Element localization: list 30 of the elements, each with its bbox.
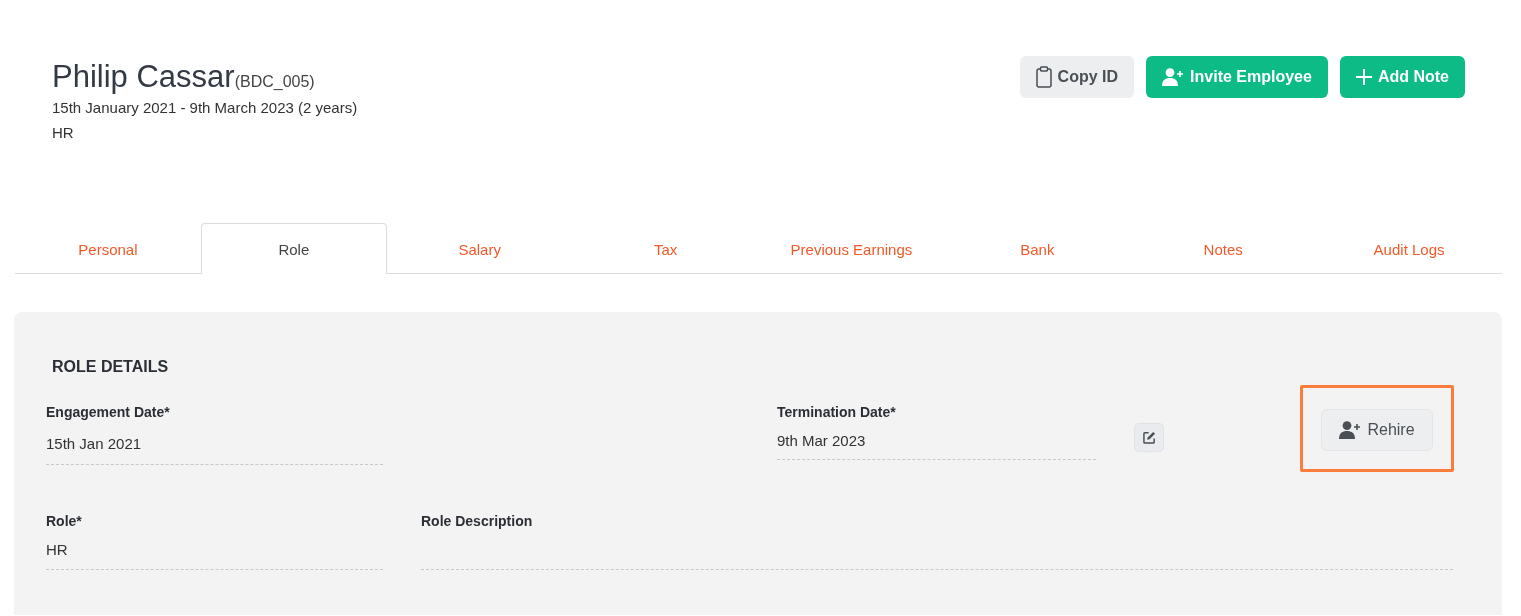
rehire-button[interactable]: Rehire — [1321, 409, 1433, 451]
field-label: Role Description — [421, 512, 534, 530]
engagement-date-field: 15th Jan 2021 — [46, 434, 383, 465]
copy-id-button[interactable]: Copy ID — [1019, 56, 1135, 98]
add-note-button[interactable]: Add Note — [1339, 56, 1465, 98]
role-field: HR — [46, 540, 383, 570]
field-label: Engagement Date* — [46, 403, 171, 421]
employee-name: Philip Cassar — [52, 58, 235, 96]
tab[interactable]: Audit Logs — [1316, 223, 1502, 274]
plus-icon — [1355, 69, 1372, 85]
termination-date-field: 9th Mar 2023 — [777, 431, 1096, 460]
section-title: ROLE DETAILS — [52, 357, 169, 377]
tab[interactable]: Personal — [15, 223, 201, 274]
field-label: Termination Date* — [777, 403, 897, 421]
employee-code: (BDC_005) — [234, 73, 315, 91]
edit-button[interactable] — [1134, 423, 1164, 452]
tab[interactable]: Salary — [386, 223, 573, 274]
edit-icon — [1142, 431, 1156, 444]
user-plus-icon — [1162, 68, 1185, 86]
user-plus-icon — [1339, 421, 1362, 439]
clipboard-icon — [1035, 66, 1052, 88]
tab[interactable]: Notes — [1130, 223, 1317, 274]
invite-employee-button[interactable]: Invite Employee — [1146, 56, 1328, 98]
field-label: Role* — [46, 512, 83, 530]
employment-period: 15th January 2021 - 9th March 2023 (2 years) — [52, 98, 358, 118]
tab[interactable]: Tax — [572, 223, 759, 274]
tab[interactable]: Previous Earnings — [758, 223, 945, 274]
tab[interactable]: Bank — [944, 223, 1131, 274]
tab[interactable]: Role — [200, 223, 387, 274]
department: HR — [52, 123, 75, 143]
